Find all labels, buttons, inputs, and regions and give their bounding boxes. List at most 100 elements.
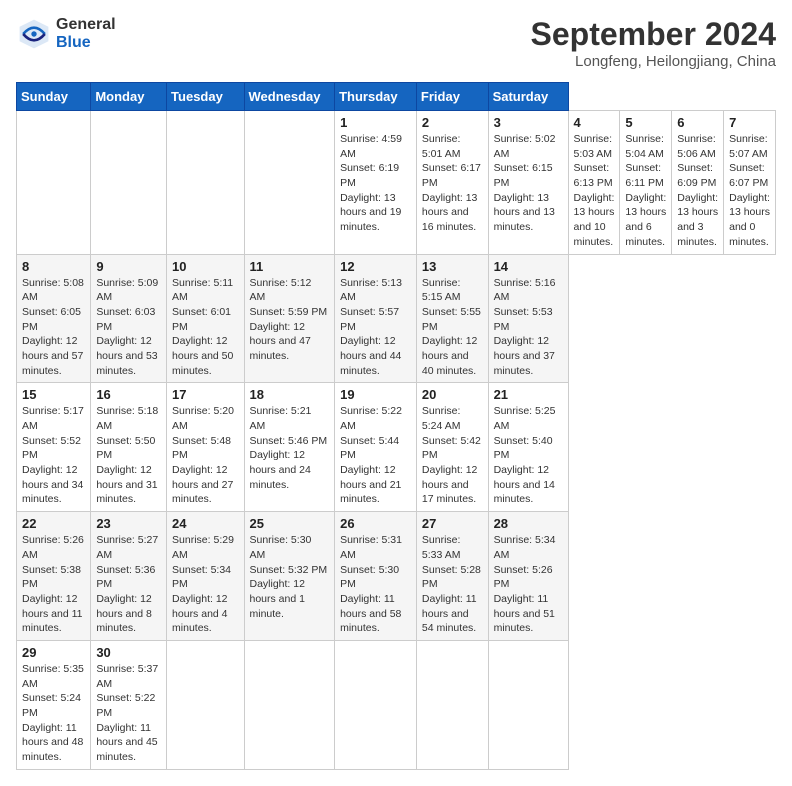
day-number: 15: [22, 387, 85, 402]
calendar-cell: 2 Sunrise: 5:01 AMSunset: 6:17 PMDaylight…: [416, 111, 488, 255]
day-number: 2: [422, 115, 483, 130]
weekday-header: Thursday: [335, 83, 417, 111]
calendar-cell: 30 Sunrise: 5:37 AMSunset: 5:22 PMDayligh…: [91, 640, 167, 769]
calendar-cell: [488, 640, 568, 769]
calendar-cell: [91, 111, 167, 255]
day-number: 28: [494, 516, 563, 531]
day-number: 26: [340, 516, 411, 531]
calendar-cell: 25 Sunrise: 5:30 AMSunset: 5:32 PMDayligh…: [244, 512, 335, 641]
calendar-cell: [167, 640, 244, 769]
weekday-header: Sunday: [17, 83, 91, 111]
day-number: 18: [250, 387, 330, 402]
day-info: Sunrise: 5:27 AMSunset: 5:36 PMDaylight:…: [96, 533, 161, 636]
title-block: September 2024 Longfeng, Heilongjiang, C…: [531, 16, 776, 70]
calendar-cell: 17 Sunrise: 5:20 AMSunset: 5:48 PMDayligh…: [167, 383, 244, 512]
weekday-header: Wednesday: [244, 83, 335, 111]
weekday-header-row: SundayMondayTuesdayWednesdayThursdayFrid…: [17, 83, 776, 111]
day-number: 21: [494, 387, 563, 402]
day-number: 30: [96, 645, 161, 660]
day-info: Sunrise: 5:18 AMSunset: 5:50 PMDaylight:…: [96, 404, 161, 507]
day-number: 1: [340, 115, 411, 130]
day-info: Sunrise: 5:09 AMSunset: 6:03 PMDaylight:…: [96, 276, 161, 379]
calendar-cell: 8 Sunrise: 5:08 AMSunset: 6:05 PMDaylight…: [17, 254, 91, 383]
calendar-cell: 21 Sunrise: 5:25 AMSunset: 5:40 PMDayligh…: [488, 383, 568, 512]
day-info: Sunrise: 5:37 AMSunset: 5:22 PMDaylight:…: [96, 662, 161, 765]
location: Longfeng, Heilongjiang, China: [531, 53, 776, 70]
calendar-cell: 19Sunrise: 5:22 AMSunset: 5:44 PMDayligh…: [335, 383, 417, 512]
weekday-header: Tuesday: [167, 83, 244, 111]
day-info: Sunrise: 5:24 AMSunset: 5:42 PMDaylight:…: [422, 404, 483, 507]
day-info: Sunrise: 5:12 AMSunset: 5:59 PMDaylight:…: [250, 276, 330, 364]
day-info: Sunrise: 5:22 AMSunset: 5:44 PMDaylight:…: [340, 404, 411, 507]
calendar-cell: 14 Sunrise: 5:16 AMSunset: 5:53 PMDayligh…: [488, 254, 568, 383]
calendar-cell: 13 Sunrise: 5:15 AMSunset: 5:55 PMDayligh…: [416, 254, 488, 383]
day-number: 8: [22, 259, 85, 274]
calendar-cell: [17, 111, 91, 255]
day-info: Sunrise: 5:01 AMSunset: 6:17 PMDaylight:…: [422, 132, 483, 235]
day-number: 23: [96, 516, 161, 531]
day-info: Sunrise: 5:30 AMSunset: 5:32 PMDaylight:…: [250, 533, 330, 621]
calendar-cell: 24 Sunrise: 5:29 AMSunset: 5:34 PMDayligh…: [167, 512, 244, 641]
calendar-cell: 9 Sunrise: 5:09 AMSunset: 6:03 PMDaylight…: [91, 254, 167, 383]
day-info: Sunrise: 5:04 AMSunset: 6:11 PMDaylight:…: [625, 132, 666, 250]
calendar-cell: [244, 111, 335, 255]
day-info: Sunrise: 5:16 AMSunset: 5:53 PMDaylight:…: [494, 276, 563, 379]
day-number: 22: [22, 516, 85, 531]
day-number: 6: [677, 115, 718, 130]
calendar-cell: 7Sunrise: 5:07 AMSunset: 6:07 PMDaylight…: [724, 111, 776, 255]
day-number: 13: [422, 259, 483, 274]
calendar-cell: 29 Sunrise: 5:35 AMSunset: 5:24 PMDayligh…: [17, 640, 91, 769]
calendar-cell: 3Sunrise: 5:02 AMSunset: 6:15 PMDaylight…: [488, 111, 568, 255]
day-info: Sunrise: 5:20 AMSunset: 5:48 PMDaylight:…: [172, 404, 238, 507]
day-number: 29: [22, 645, 85, 660]
day-info: Sunrise: 5:03 AMSunset: 6:13 PMDaylight:…: [574, 132, 615, 250]
calendar-cell: 20 Sunrise: 5:24 AMSunset: 5:42 PMDayligh…: [416, 383, 488, 512]
calendar-cell: 6Sunrise: 5:06 AMSunset: 6:09 PMDaylight…: [672, 111, 724, 255]
calendar-cell: 12Sunrise: 5:13 AMSunset: 5:57 PMDayligh…: [335, 254, 417, 383]
calendar-cell: 5 Sunrise: 5:04 AMSunset: 6:11 PMDaylight…: [620, 111, 672, 255]
day-number: 7: [729, 115, 770, 130]
day-info: Sunrise: 5:35 AMSunset: 5:24 PMDaylight:…: [22, 662, 85, 765]
calendar-cell: 4Sunrise: 5:03 AMSunset: 6:13 PMDaylight…: [568, 111, 620, 255]
calendar-cell: 11 Sunrise: 5:12 AMSunset: 5:59 PMDayligh…: [244, 254, 335, 383]
logo-icon: [16, 16, 52, 52]
calendar-week-row: 15 Sunrise: 5:17 AMSunset: 5:52 PMDayligh…: [17, 383, 776, 512]
day-info: Sunrise: 5:11 AMSunset: 6:01 PMDaylight:…: [172, 276, 238, 379]
day-number: 17: [172, 387, 238, 402]
day-number: 20: [422, 387, 483, 402]
day-number: 14: [494, 259, 563, 274]
day-number: 12: [340, 259, 411, 274]
weekday-header: Friday: [416, 83, 488, 111]
calendar-table: SundayMondayTuesdayWednesdayThursdayFrid…: [16, 82, 776, 770]
page-header: General Blue September 2024 Longfeng, He…: [16, 16, 776, 70]
day-number: 24: [172, 516, 238, 531]
day-info: Sunrise: 5:08 AMSunset: 6:05 PMDaylight:…: [22, 276, 85, 379]
weekday-header: Monday: [91, 83, 167, 111]
day-info: Sunrise: 5:25 AMSunset: 5:40 PMDaylight:…: [494, 404, 563, 507]
calendar-cell: 22 Sunrise: 5:26 AMSunset: 5:38 PMDayligh…: [17, 512, 91, 641]
day-info: Sunrise: 5:26 AMSunset: 5:38 PMDaylight:…: [22, 533, 85, 636]
logo-text: General Blue: [56, 16, 116, 52]
calendar-cell: 23 Sunrise: 5:27 AMSunset: 5:36 PMDayligh…: [91, 512, 167, 641]
day-info: Sunrise: 5:17 AMSunset: 5:52 PMDaylight:…: [22, 404, 85, 507]
day-number: 25: [250, 516, 330, 531]
day-number: 5: [625, 115, 666, 130]
calendar-week-row: 1Sunrise: 4:59 AMSunset: 6:19 PMDaylight…: [17, 111, 776, 255]
day-info: Sunrise: 5:34 AMSunset: 5:26 PMDaylight:…: [494, 533, 563, 636]
calendar-cell: 1Sunrise: 4:59 AMSunset: 6:19 PMDaylight…: [335, 111, 417, 255]
calendar-cell: 26Sunrise: 5:31 AMSunset: 5:30 PMDayligh…: [335, 512, 417, 641]
calendar-cell: [335, 640, 417, 769]
day-info: Sunrise: 5:29 AMSunset: 5:34 PMDaylight:…: [172, 533, 238, 636]
calendar-cell: 15 Sunrise: 5:17 AMSunset: 5:52 PMDayligh…: [17, 383, 91, 512]
day-info: Sunrise: 5:15 AMSunset: 5:55 PMDaylight:…: [422, 276, 483, 379]
day-info: Sunrise: 5:02 AMSunset: 6:15 PMDaylight:…: [494, 132, 563, 235]
calendar-cell: [416, 640, 488, 769]
day-number: 11: [250, 259, 330, 274]
day-number: 16: [96, 387, 161, 402]
month-title: September 2024: [531, 16, 776, 53]
day-info: Sunrise: 5:33 AMSunset: 5:28 PMDaylight:…: [422, 533, 483, 636]
calendar-week-row: 22 Sunrise: 5:26 AMSunset: 5:38 PMDayligh…: [17, 512, 776, 641]
logo: General Blue: [16, 16, 116, 52]
day-number: 9: [96, 259, 161, 274]
calendar-week-row: 29 Sunrise: 5:35 AMSunset: 5:24 PMDayligh…: [17, 640, 776, 769]
